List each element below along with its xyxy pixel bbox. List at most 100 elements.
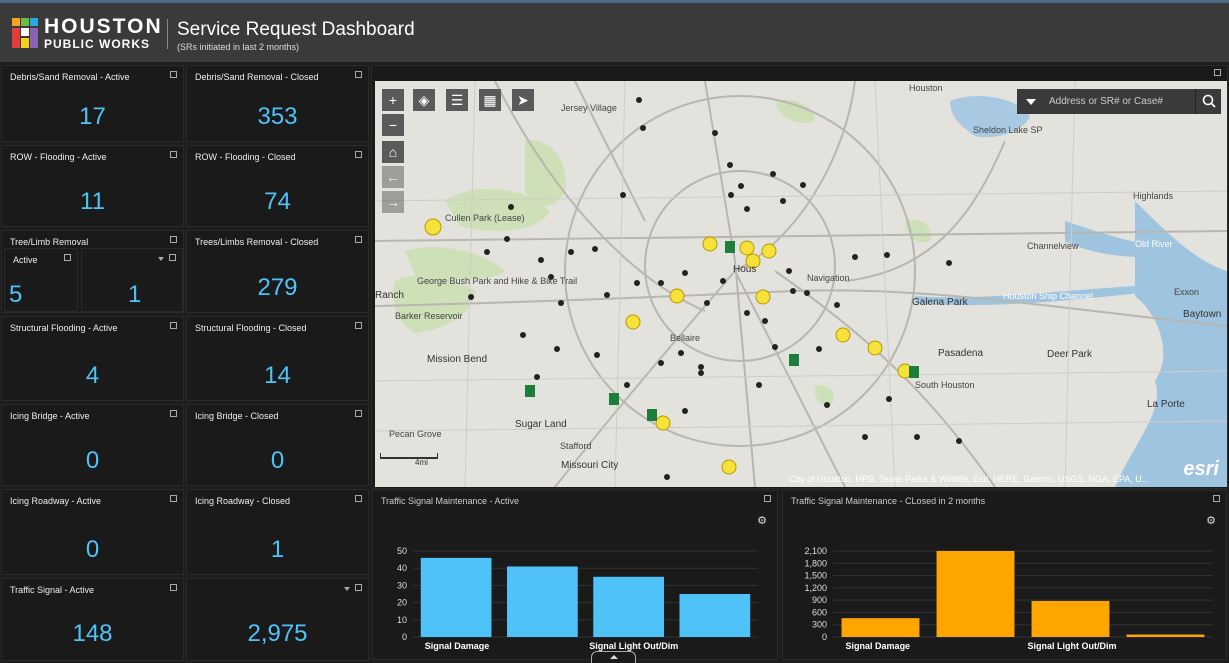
map-label: Hous <box>733 264 757 275</box>
map-attribution: City of Houston, HPB, Texas Parks & Wild… <box>789 474 1150 484</box>
legend-button[interactable]: ☰ <box>446 89 468 111</box>
grid-icon: ▦ <box>483 92 497 108</box>
bar <box>1031 600 1110 637</box>
app-header: HOUSTON PUBLIC WORKS Service Request Das… <box>0 0 1229 62</box>
maximize-icon[interactable] <box>355 236 362 243</box>
maximize-icon[interactable] <box>170 71 177 78</box>
maximize-icon[interactable] <box>170 410 177 417</box>
zoom-out-button[interactable]: − <box>382 114 404 136</box>
counter-title: ROW - Flooding - Closed <box>195 152 296 162</box>
bar <box>841 618 920 637</box>
expand-panel-tab[interactable] <box>591 651 636 663</box>
y-tick-label: 0 <box>402 632 407 642</box>
layers-icon: ◈ <box>418 92 430 108</box>
bar <box>593 576 664 637</box>
map-label: George Bush Park and Hike & Bike Trail <box>417 276 578 286</box>
counter-value: 5 <box>9 281 23 308</box>
bar <box>1126 634 1205 637</box>
counter-structural-closed: Structural Flooding - Closed 14 <box>186 316 369 401</box>
maximize-icon[interactable] <box>170 151 177 158</box>
map-label: Sheldon Lake SP <box>973 125 1043 135</box>
esri-logo: esri <box>1183 458 1219 480</box>
maximize-icon[interactable] <box>355 495 362 502</box>
counter-value: 279 <box>257 274 298 301</box>
chart-panel-closed: Traffic Signal Maintenance - CLosed in 2… <box>782 490 1227 660</box>
maximize-icon[interactable] <box>355 71 362 78</box>
counter-debris-active: Debris/Sand Removal - Active 17 <box>1 65 184 142</box>
logo-mark-icon <box>12 18 38 48</box>
next-extent-button[interactable]: → <box>382 191 404 213</box>
map-label: Deer Park <box>1047 349 1093 360</box>
maximize-icon[interactable] <box>355 151 362 158</box>
counter-title: Icing Roadway - Closed <box>195 496 291 506</box>
y-tick-label: 10 <box>397 615 407 625</box>
maximize-icon[interactable] <box>170 495 177 502</box>
counter-value: 4 <box>85 362 100 389</box>
counter-trees-closed: Trees/Limbs Removal - Closed 279 <box>186 230 369 313</box>
chevron-down-icon[interactable] <box>344 587 350 591</box>
layers-button[interactable]: ◈ <box>413 89 435 111</box>
maximize-icon[interactable] <box>169 254 176 261</box>
y-tick-label: 2,100 <box>804 546 827 556</box>
counter-title: Active <box>13 255 38 265</box>
counter-title: Structural Flooding - Closed <box>195 323 307 333</box>
arrow-right-icon: → <box>386 194 400 210</box>
previous-extent-button[interactable]: ← <box>382 166 404 188</box>
counter-title: Debris/Sand Removal - Closed <box>195 72 319 82</box>
chart-panel-active: Traffic Signal Maintenance - Active ⚙ 01… <box>372 490 778 660</box>
filter-icon: ➤ <box>517 92 529 108</box>
y-tick-label: 300 <box>812 620 827 630</box>
maximize-icon[interactable] <box>170 584 177 591</box>
map-label: La Porte <box>1147 399 1185 410</box>
arrow-left-icon: ← <box>386 169 400 185</box>
search-icon <box>1202 94 1216 108</box>
counter-structural-active: Structural Flooding - Active 4 <box>1 316 184 401</box>
maximize-icon[interactable] <box>170 322 177 329</box>
search-button[interactable] <box>1195 89 1221 114</box>
counter-row-flooding-active: ROW - Flooding - Active 11 <box>1 145 184 227</box>
counter-icing-bridge-closed: Icing Bridge - Closed 0 <box>186 404 369 486</box>
counter-title: ROW - Flooding - Active <box>10 152 107 162</box>
maximize-icon[interactable] <box>355 584 362 591</box>
map-label: Stafford <box>560 441 592 451</box>
maximize-icon[interactable] <box>355 322 362 329</box>
x-category-label: Signal Light Out/Dim <box>589 641 678 651</box>
filter-button[interactable]: ➤ <box>512 89 534 111</box>
map-label: Navigation <box>807 273 850 283</box>
counter-debris-closed: Debris/Sand Removal - Closed 353 <box>186 65 369 142</box>
map-panel: Jersey Village Houston Sheldon Lake SP H… <box>371 65 1228 489</box>
counter-title: Traffic Signal - Active <box>10 585 95 595</box>
chevron-down-icon[interactable] <box>158 257 164 261</box>
maximize-icon[interactable] <box>1214 69 1221 76</box>
map-label: South Houston <box>915 380 975 390</box>
search-input[interactable]: Address or SR# or Case# <box>1049 96 1163 107</box>
counter-value: 17 <box>79 103 106 130</box>
basemap-button[interactable]: ▦ <box>479 89 501 111</box>
chevron-down-icon[interactable] <box>1026 99 1036 105</box>
map-label: Sugar Land <box>515 419 567 430</box>
counter-value: 0 <box>85 447 100 474</box>
y-tick-label: 1,500 <box>804 571 827 581</box>
counter-value: 1 <box>270 536 285 563</box>
maximize-icon[interactable] <box>170 236 177 243</box>
map-label: Pecan Grove <box>389 429 442 439</box>
home-button[interactable]: ⌂ <box>382 141 404 163</box>
y-tick-label: 50 <box>397 546 407 556</box>
map-label: Exxon <box>1174 287 1200 297</box>
maximize-icon[interactable] <box>355 410 362 417</box>
map-label: Missouri City <box>561 460 619 471</box>
map-view[interactable]: Jersey Village Houston Sheldon Lake SP H… <box>375 81 1227 487</box>
zoom-in-button[interactable]: + <box>382 89 404 111</box>
counter-value: 14 <box>264 362 291 389</box>
counter-group-tree-limb: Tree/Limb Removal Active 5 1 <box>1 230 184 313</box>
counter-value: 0 <box>85 536 100 563</box>
logo-line-1: HOUSTON <box>44 15 163 38</box>
map-label: Ranch <box>375 290 404 301</box>
counter-title: Trees/Limbs Removal - Closed <box>195 237 319 247</box>
map-label: Highlands <box>1133 191 1174 201</box>
list-icon: ☰ <box>450 92 464 108</box>
counter-title: Icing Roadway - Active <box>10 496 102 506</box>
maximize-icon[interactable] <box>64 254 71 261</box>
counter-icing-roadway-active: Icing Roadway - Active 0 <box>1 489 184 575</box>
map-search[interactable]: Address or SR# or Case# <box>1017 89 1221 114</box>
